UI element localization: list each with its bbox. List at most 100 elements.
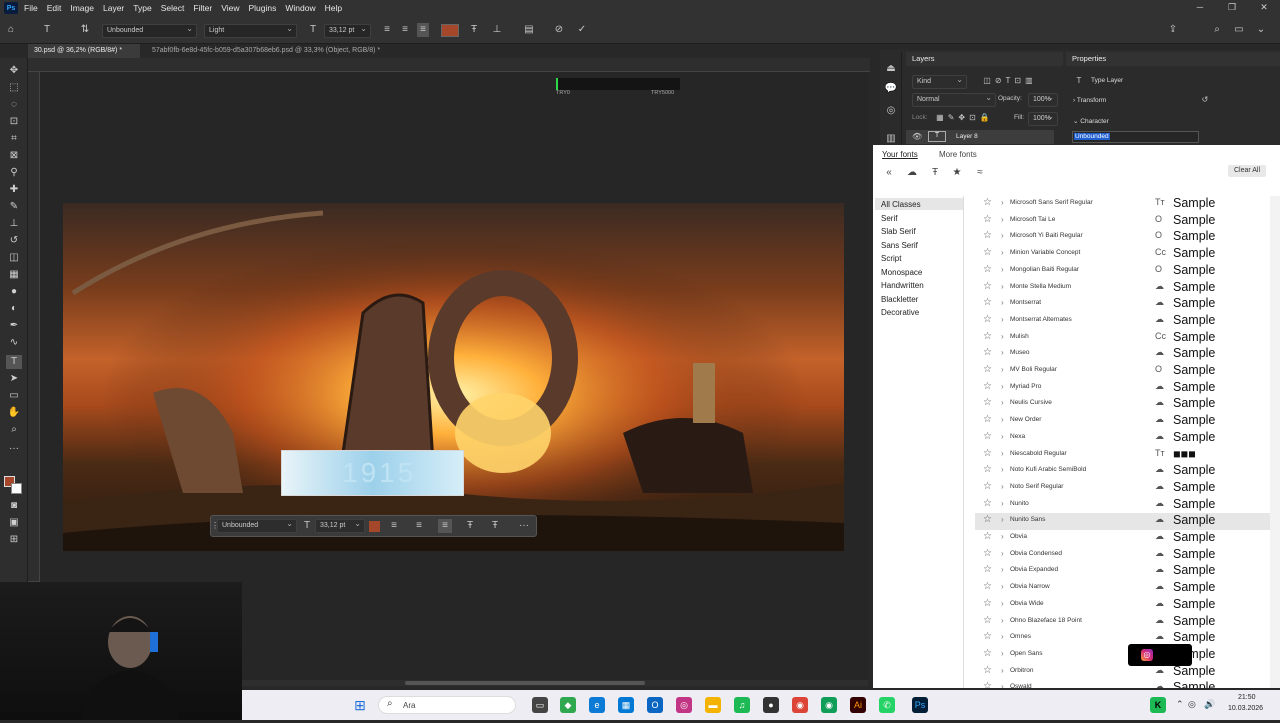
history-brush-icon[interactable]: ↺ [6,234,22,248]
outlook-icon[interactable]: O [647,697,663,713]
transform-section[interactable]: › Transform [1073,97,1106,104]
move-tool-icon[interactable]: ✥ [6,64,22,78]
font-row[interactable]: ☆ › Niescabold Regular Tт ■■■ [975,447,1270,464]
opacity-input[interactable]: 100% [1028,92,1058,107]
start-icon[interactable]: ⊞ [352,697,368,713]
tab-document-1[interactable]: 30.psd @ 36,2% (RGB/8#) * [28,44,140,58]
font-size-dropdown[interactable]: 33,12 pt [324,23,371,38]
brush-tool-icon[interactable]: ✎ [6,200,22,214]
clone-stamp-icon[interactable]: ⊥ [6,217,22,231]
favorite-star-icon[interactable]: ☆ [983,397,992,408]
taskbar-search[interactable]: ⌕ Ara [378,696,516,714]
marquee-tool-icon[interactable]: ⬚ [6,81,22,95]
font-class-monospace[interactable]: Monospace [881,268,922,277]
font-class-sans-serif[interactable]: Sans Serif [881,241,918,250]
font-row[interactable]: ☆ › MV Boli Regular O Sample [975,363,1270,380]
font-row[interactable]: ☆ › Nunito Sans ☁ Sample [975,513,1270,530]
font-class-serif[interactable]: Serif [881,214,897,223]
favorite-star-icon[interactable]: ☆ [983,464,992,475]
rectangle-tool-icon[interactable]: ▭ [6,389,22,403]
favorite-star-icon[interactable]: ☆ [983,648,992,659]
kick-icon[interactable]: K [1150,697,1166,713]
font-row[interactable]: ☆ › Nunito ☁ Sample [975,497,1270,514]
expand-chevron-icon[interactable]: › [1001,616,1004,625]
properties-panel-title[interactable]: Properties [1072,54,1106,63]
expand-chevron-icon[interactable]: › [1001,315,1004,324]
context-size-dropdown[interactable]: 33,12 pt [315,518,365,533]
favorite-star-icon[interactable]: ☆ [983,564,992,575]
copilot-icon[interactable]: ◆ [560,697,576,713]
smudge-tool-icon[interactable]: ∿ [6,336,22,350]
obs-icon[interactable]: ● [763,697,779,713]
expand-chevron-icon[interactable]: › [1001,265,1004,274]
expand-chevron-icon[interactable]: › [1001,398,1004,407]
favorite-star-icon[interactable]: ☆ [983,431,992,442]
favorite-star-icon[interactable]: ☆ [983,297,992,308]
expand-chevron-icon[interactable]: › [1001,515,1004,524]
menu-layer[interactable]: Layer [103,3,124,13]
object-select-tool-icon[interactable]: ⊡ [6,115,22,129]
expand-chevron-icon[interactable]: › [1001,248,1004,257]
favorite-star-icon[interactable]: ☆ [983,631,992,642]
history-panel-icon[interactable]: ⏏ [884,62,898,76]
favorite-star-icon[interactable]: ☆ [983,230,992,241]
expand-chevron-icon[interactable]: › [1001,499,1004,508]
scrollbar-thumb[interactable] [405,681,645,685]
visually-similar-icon[interactable]: Ŧ [928,166,942,180]
favorite-star-icon[interactable]: ☆ [983,681,992,688]
favorite-star-icon[interactable]: ☆ [983,247,992,258]
expand-chevron-icon[interactable]: › [1001,282,1004,291]
font-row[interactable]: ☆ › Ohno Blazeface 18 Point ☁ Sample [975,614,1270,631]
font-row[interactable]: ☆›Open Sans☁Sample [975,647,1270,664]
expand-chevron-icon[interactable]: › [1001,449,1004,458]
visibility-eye-icon[interactable]: 👁 [912,130,922,144]
expand-chevron-icon[interactable]: › [1001,348,1004,357]
align-right-icon[interactable]: ≡ [417,23,429,37]
file-explorer-icon[interactable]: ▬ [705,697,721,713]
character-panel-icon[interactable]: ▤ [523,23,535,37]
favorite-star-icon[interactable]: ☆ [983,197,992,208]
menu-plugins[interactable]: Plugins [248,3,276,13]
comments-panel-icon[interactable]: 💬 [884,82,898,96]
menu-filter[interactable]: Filter [193,3,212,13]
expand-chevron-icon[interactable]: › [1001,415,1004,424]
favorite-star-icon[interactable]: ☆ [983,548,992,559]
chrome-profile-icon[interactable]: ◉ [821,697,837,713]
font-row[interactable]: ☆ › Microsoft Tai Le O Sample [975,213,1270,230]
menu-window[interactable]: Window [285,3,315,13]
expand-chevron-icon[interactable]: › [1001,666,1004,675]
healing-brush-icon[interactable]: ✚ [6,183,22,197]
font-row[interactable]: ☆ › Myriad Pro ☁ Sample [975,380,1270,397]
expand-chevron-icon[interactable]: › [1001,231,1004,240]
font-row[interactable]: ☆ › Oswald ☁ Sample [975,680,1270,688]
cancel-edit-icon[interactable]: ⊘ [553,23,565,37]
menu-view[interactable]: View [221,3,239,13]
context-font-dropdown[interactable]: Unbounded [217,518,297,533]
tab-document-2[interactable]: 57abf0fb-6e8d-45fc-b059-d5a307b68eb6.psd… [146,44,426,58]
more-tools-icon[interactable]: ··· [6,442,22,456]
pen-tool-icon[interactable]: ✒ [6,319,22,333]
tab-your-fonts[interactable]: Your fonts [882,150,918,159]
eraser-tool-icon[interactable]: ◫ [6,251,22,265]
favorite-star-icon[interactable]: ☆ [983,264,992,275]
font-row[interactable]: ☆ › New Order ☁ Sample [975,413,1270,430]
gradient-tool-icon[interactable]: ▦ [6,268,22,282]
menu-select[interactable]: Select [161,3,185,13]
favorite-star-icon[interactable]: ☆ [983,531,992,542]
clock-time[interactable]: 21:50 [1238,694,1256,701]
favorite-star-icon[interactable]: ☆ [983,498,992,509]
background-color-swatch[interactable] [11,483,22,494]
context-text-options-icon[interactable]: Ŧ [489,519,501,533]
expand-chevron-icon[interactable]: › [1001,682,1004,688]
favorite-star-icon[interactable]: ☆ [983,314,992,325]
layers-filter-kind[interactable]: Kind [912,74,967,89]
expand-chevron-icon[interactable]: › [1001,298,1004,307]
favorite-star-icon[interactable]: ☆ [983,481,992,492]
font-row[interactable]: ☆ › Obvia Narrow ☁ Sample [975,580,1270,597]
expand-chevron-icon[interactable]: › [1001,565,1004,574]
menu-help[interactable]: Help [325,3,342,13]
lasso-tool-icon[interactable]: ◌ [6,98,22,112]
expand-chevron-icon[interactable]: › [1001,365,1004,374]
chrome-icon[interactable]: ◉ [792,697,808,713]
context-color-swatch[interactable] [369,521,380,532]
